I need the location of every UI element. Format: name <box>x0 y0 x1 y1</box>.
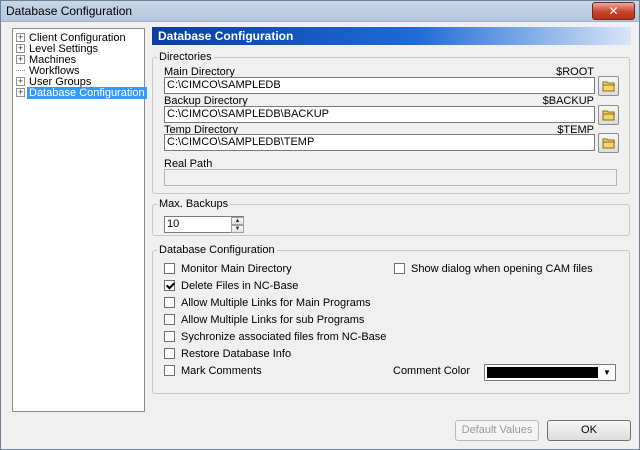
option-label: Allow Multiple Links for sub Programs <box>181 314 365 326</box>
close-icon: ✕ <box>608 4 619 18</box>
tree-item-database-configuration[interactable]: + Database Configuration <box>16 87 147 99</box>
panel-header: Database Configuration <box>152 27 631 45</box>
up-arrow-icon: ▲ <box>234 218 241 224</box>
chevron-down-icon[interactable]: ▼ <box>600 366 614 379</box>
folder-icon <box>602 81 615 92</box>
checkbox[interactable] <box>164 280 175 291</box>
browse-backup-button[interactable] <box>598 105 619 125</box>
option-label: Restore Database Info <box>181 348 292 360</box>
mark-comments-option[interactable]: Mark Comments <box>164 365 262 379</box>
folder-icon <box>602 138 615 149</box>
synchronize-files-option[interactable]: Sychronize associated files from NC-Base <box>164 331 386 345</box>
window-title: Database Configuration <box>6 4 133 18</box>
color-swatch <box>487 367 598 378</box>
delete-files-option[interactable]: Delete Files in NC-Base <box>164 280 298 294</box>
checkbox[interactable] <box>164 297 175 308</box>
show-dialog-option[interactable]: Show dialog when opening CAM files <box>394 263 593 277</box>
browse-main-button[interactable] <box>598 76 619 96</box>
checkbox[interactable] <box>164 314 175 325</box>
checkbox[interactable] <box>164 263 175 274</box>
spin-up-button[interactable]: ▲ <box>231 217 244 225</box>
title-bar: Database Configuration ✕ <box>1 1 639 22</box>
expand-icon[interactable]: + <box>16 44 25 53</box>
expand-icon[interactable]: + <box>16 33 25 42</box>
allow-links-main-option[interactable]: Allow Multiple Links for Main Programs <box>164 297 371 311</box>
real-path-field <box>164 169 617 186</box>
expand-icon[interactable]: + <box>16 77 25 86</box>
max-backups-legend: Max. Backups <box>159 198 229 210</box>
comment-color-label: Comment Color <box>393 365 471 377</box>
monitor-main-directory-option[interactable]: Monitor Main Directory <box>164 263 292 277</box>
allow-links-sub-option[interactable]: Allow Multiple Links for sub Programs <box>164 314 364 328</box>
main-directory-input[interactable]: C:\CIMCO\SAMPLEDB <box>164 77 595 94</box>
backup-directory-input[interactable]: C:\CIMCO\SAMPLEDB\BACKUP <box>164 106 595 123</box>
down-arrow-icon: ▼ <box>234 226 241 232</box>
spin-down-button[interactable]: ▼ <box>231 225 244 233</box>
restore-database-option[interactable]: Restore Database Info <box>164 348 291 362</box>
expand-icon[interactable]: + <box>16 55 25 64</box>
option-label: Sychronize associated files from NC-Base <box>181 331 387 343</box>
db-config-legend: Database Configuration <box>159 244 275 256</box>
default-values-button[interactable]: Default Values <box>455 420 539 441</box>
directories-legend: Directories <box>159 51 212 63</box>
checkbox[interactable] <box>164 365 175 376</box>
ok-button[interactable]: OK <box>547 420 631 441</box>
checkbox[interactable] <box>164 331 175 342</box>
option-label: Show dialog when opening CAM files <box>411 263 593 275</box>
close-button[interactable]: ✕ <box>592 2 635 20</box>
checkbox[interactable] <box>394 263 405 274</box>
option-label: Monitor Main Directory <box>181 263 292 275</box>
dialog-window: Database Configuration ✕ + Client Configu… <box>0 0 640 450</box>
tree-line <box>16 70 25 71</box>
option-label: Allow Multiple Links for Main Programs <box>181 297 371 309</box>
comment-color-select[interactable]: ▼ <box>484 364 616 381</box>
settings-tree[interactable]: + Client Configuration + Level Settings + M… <box>12 28 147 412</box>
option-label: Mark Comments <box>181 365 262 377</box>
browse-temp-button[interactable] <box>598 133 619 153</box>
option-label: Delete Files in NC-Base <box>181 280 299 292</box>
tree-item-label: Database Configuration <box>27 87 147 99</box>
expand-icon[interactable]: + <box>16 88 25 97</box>
temp-directory-input[interactable]: C:\CIMCO\SAMPLEDB\TEMP <box>164 134 595 151</box>
folder-icon <box>602 110 615 121</box>
checkbox[interactable] <box>164 348 175 359</box>
